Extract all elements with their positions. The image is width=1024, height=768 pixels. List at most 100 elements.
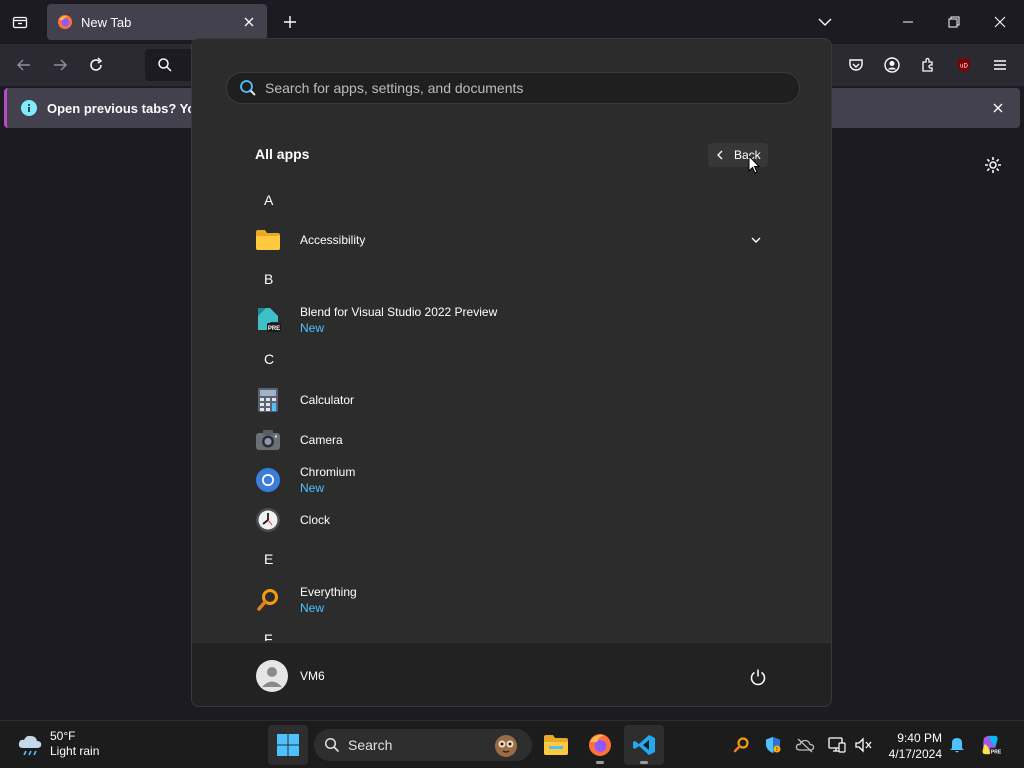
- app-camera[interactable]: Camera: [252, 420, 772, 460]
- volume-muted-icon[interactable]: [852, 734, 874, 756]
- section-letter-b[interactable]: B: [264, 271, 273, 287]
- copilot-pre-icon[interactable]: PRE: [980, 734, 1002, 756]
- app-chromium[interactable]: Chromium New: [252, 460, 772, 500]
- clock-time: 9:40 PM: [897, 731, 942, 745]
- close-window-button[interactable]: [986, 8, 1014, 36]
- app-name: Accessibility: [300, 233, 366, 247]
- arrow-right-icon: [54, 59, 67, 71]
- weather-widget[interactable]: 50°F Light rain: [16, 729, 99, 759]
- search-icon: [324, 737, 340, 753]
- start-menu: All apps Back A Accessibility B PRE Blen…: [191, 38, 832, 707]
- weather-desc: Light rain: [50, 744, 100, 758]
- file-explorer-button[interactable]: [536, 725, 576, 765]
- reload-icon: [90, 57, 103, 71]
- pocket-button[interactable]: [842, 52, 870, 78]
- firefox-taskbar-button[interactable]: [580, 725, 620, 765]
- everything-icon: [252, 584, 284, 616]
- app-clock[interactable]: Clock: [252, 500, 772, 540]
- taskbar-search-label: Search: [348, 737, 393, 753]
- chevron-left-icon: [716, 150, 724, 160]
- back-nav-button[interactable]: [10, 52, 38, 78]
- taskbar-search[interactable]: Search: [314, 729, 532, 761]
- windows-icon: [277, 734, 299, 756]
- clock-date: 4/17/2024: [888, 747, 942, 761]
- app-name: Everything: [300, 585, 357, 599]
- ublock-icon: uD: [958, 58, 970, 72]
- list-all-tabs-button[interactable]: [811, 8, 839, 36]
- user-name: VM6: [300, 669, 325, 683]
- forward-nav-button[interactable]: [46, 52, 74, 78]
- everything-tray-icon[interactable]: [730, 734, 752, 756]
- start-footer: VM6: [192, 642, 831, 706]
- info-icon: [21, 100, 37, 116]
- blend-icon: PRE: [252, 304, 284, 336]
- avatar: [256, 660, 288, 692]
- power-icon: [750, 669, 766, 686]
- app-name: Calculator: [300, 393, 355, 407]
- taskbar: 50°F Light rain Search ! 9:40 PM 4/17/20…: [0, 720, 1024, 768]
- svg-text:PRE: PRE: [991, 750, 1002, 756]
- start-button[interactable]: [268, 725, 308, 765]
- chromium-icon: [252, 464, 284, 496]
- tab-title: New Tab: [81, 14, 132, 30]
- mouse-pointer-icon: [748, 155, 760, 174]
- power-button[interactable]: [748, 667, 768, 687]
- hamburger-icon: [994, 60, 1006, 70]
- new-tab-button[interactable]: [278, 10, 302, 34]
- new-badge: New: [300, 601, 325, 615]
- rain-cloud-icon: [18, 735, 42, 756]
- restore-button[interactable]: [940, 8, 968, 36]
- account-icon: [884, 57, 900, 73]
- clock-icon: [252, 504, 284, 536]
- user-icon: [262, 667, 282, 687]
- start-search-input[interactable]: [265, 80, 765, 96]
- tab-list-icon: [12, 16, 28, 29]
- close-icon: [994, 16, 1006, 28]
- puzzle-icon: [922, 57, 933, 72]
- firefox-icon: [58, 15, 72, 29]
- all-apps-title: All apps: [255, 146, 310, 162]
- onedrive-offline-icon[interactable]: [794, 734, 816, 756]
- page-settings-button[interactable]: [982, 154, 1004, 176]
- section-letter-a[interactable]: A: [264, 192, 273, 208]
- search-icon: [240, 80, 256, 96]
- notification-bell-icon[interactable]: [946, 734, 968, 756]
- start-search-box[interactable]: [226, 72, 800, 104]
- app-name: Chromium: [300, 465, 356, 479]
- taskbar-clock[interactable]: 9:40 PM 4/17/2024: [884, 730, 942, 762]
- new-badge: New: [300, 321, 325, 335]
- app-menu-button[interactable]: [986, 52, 1014, 78]
- chevron-down-icon[interactable]: [748, 232, 764, 248]
- plus-icon: [284, 16, 296, 28]
- security-shield-icon[interactable]: !: [762, 734, 784, 756]
- app-blend-visual-studio[interactable]: PRE Blend for Visual Studio 2022 Preview…: [252, 300, 772, 340]
- notification-close-icon[interactable]: [990, 100, 1006, 116]
- svg-text:PRE: PRE: [268, 326, 280, 332]
- section-letter-f[interactable]: F: [264, 631, 273, 641]
- app-accessibility[interactable]: Accessibility: [252, 220, 772, 260]
- network-icon[interactable]: [826, 734, 848, 756]
- firefox-icon: [589, 734, 611, 756]
- running-indicator: [596, 761, 604, 764]
- minimize-button[interactable]: [894, 8, 922, 36]
- app-everything[interactable]: Everything New: [252, 580, 772, 620]
- section-letter-e[interactable]: E: [264, 551, 273, 567]
- extensions-button[interactable]: [914, 52, 942, 78]
- account-button[interactable]: [878, 52, 906, 78]
- search-icon: [158, 58, 172, 72]
- running-indicator: [640, 761, 648, 764]
- section-letter-c[interactable]: C: [264, 351, 274, 367]
- search-highlight-icon: [495, 735, 517, 757]
- tab-close-icon[interactable]: [241, 14, 257, 30]
- user-account-button[interactable]: VM6: [256, 660, 325, 692]
- app-name: Blend for Visual Studio 2022 Preview: [300, 305, 498, 319]
- app-calculator[interactable]: Calculator: [252, 380, 772, 420]
- chevron-down-icon: [818, 18, 832, 26]
- all-apps-list[interactable]: A Accessibility B PRE Blend for Visual S…: [192, 179, 831, 641]
- tab-new-tab[interactable]: New Tab: [47, 4, 267, 40]
- ublock-button[interactable]: uD: [950, 52, 978, 78]
- arrow-left-icon: [17, 59, 30, 71]
- reload-button[interactable]: [82, 52, 110, 78]
- vscode-taskbar-button[interactable]: [624, 725, 664, 765]
- tab-list-button[interactable]: [8, 10, 32, 34]
